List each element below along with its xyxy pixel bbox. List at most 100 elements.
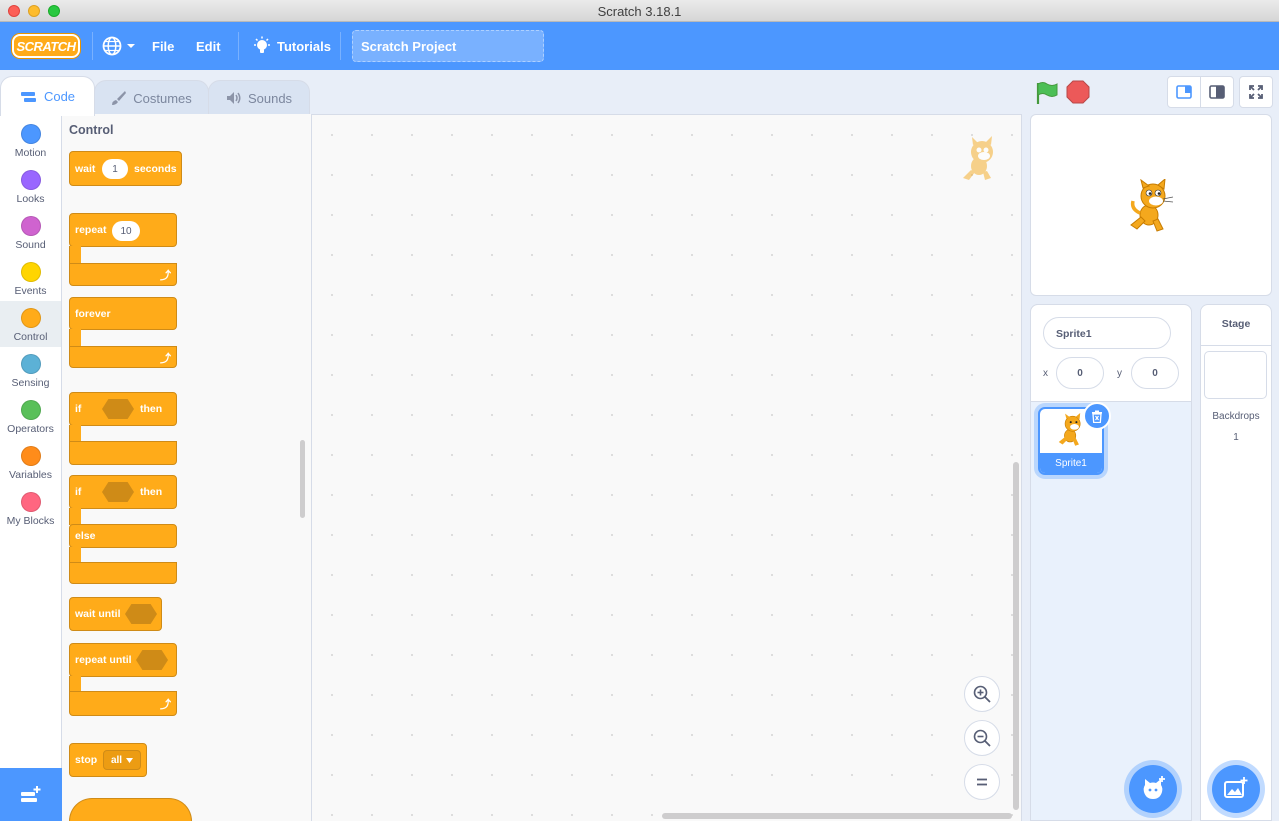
add-sprite-icon [1143,776,1165,799]
sensing-color-icon [20,354,41,374]
zoom-in-icon [973,685,991,703]
stage-selector-header: Stage [1221,318,1251,330]
category-control[interactable]: Control [0,301,61,347]
wait-seconds-block[interactable]: wait 1 seconds [69,151,182,186]
if-else-block-bottom [69,562,177,584]
lightbulb-icon [254,36,270,53]
repeat-until-block-bottom: ⤴ [69,691,177,716]
repeat-until-block[interactable]: repeat until [69,643,177,677]
backdrops-label: Backdrops [1212,411,1260,422]
category-my-blocks[interactable]: My Blocks [0,485,61,531]
window-title: Scratch 3.18.1 [597,4,682,19]
loop-arrow-icon: ⤴ [160,699,171,711]
green-flag-icon[interactable] [1034,80,1060,106]
motion-color-icon [20,124,41,144]
events-color-icon [20,262,41,282]
stop-option-value: all [110,754,123,766]
block-label: seconds [134,162,177,175]
script-workspace[interactable] [312,114,1022,821]
fullscreen-button[interactable] [1239,76,1273,108]
stage-canvas[interactable] [1030,114,1272,296]
language-menu[interactable] [101,22,136,70]
block-label: wait [75,162,96,175]
zoom-in-button[interactable] [964,676,1000,712]
condition-slot[interactable] [125,604,157,624]
wait-until-block[interactable]: wait until [69,597,162,631]
tab-costumes-label: Costumes [133,90,192,106]
block-label: then [140,486,163,498]
y-coordinate-label: y [1117,368,1122,379]
tab-sounds[interactable]: Sounds [208,80,310,115]
repeat-count-input[interactable]: 10 [112,221,140,241]
condition-slot[interactable] [102,482,134,502]
workspace-horizontal-scrollbar[interactable] [662,813,1012,819]
menu-bar: SCRATCH File Edit Tutorials Scratch Proj… [0,22,1279,70]
tutorials-button[interactable]: Tutorials [252,22,331,70]
repeat-block[interactable]: repeat 10 [69,213,177,247]
globe-icon [102,36,122,56]
menu-divider [92,32,93,60]
block-label: then [140,403,163,415]
category-sensing[interactable]: Sensing [0,347,61,393]
x-coordinate-input[interactable]: 0 [1056,357,1104,389]
category-label: Looks [16,193,45,205]
block-label: forever [75,307,111,320]
add-backdrop-icon [1224,777,1248,798]
tab-sounds-label: Sounds [247,90,293,106]
category-label: Variables [9,469,52,481]
large-stage-button[interactable] [1200,76,1234,108]
wait-seconds-input[interactable]: 1 [102,159,128,179]
zoom-reset-button[interactable] [964,764,1000,800]
condition-slot[interactable] [136,650,168,670]
zoom-out-button[interactable] [964,720,1000,756]
category-label: Motion [14,147,47,159]
category-label: Sound [15,239,46,251]
tab-code[interactable]: Code [0,76,95,116]
tab-costumes[interactable]: Costumes [94,80,209,115]
category-variables[interactable]: Variables [0,439,61,485]
edit-menu[interactable]: Edit [196,22,221,70]
if-then-else-block[interactable]: if then [69,475,177,509]
category-events[interactable]: Events [0,255,61,301]
sprite-name-input[interactable]: Sprite1 [1043,317,1171,349]
choose-backdrop-button[interactable] [1212,765,1260,813]
if-then-block[interactable]: if then [69,392,177,426]
window-titlebar: Scratch 3.18.1 [0,0,1279,22]
backdrop-thumbnail[interactable] [1204,351,1267,399]
project-title-input[interactable]: Scratch Project [352,30,544,62]
category-motion[interactable]: Motion [0,117,61,163]
category-label: Sensing [11,377,50,389]
choose-sprite-button[interactable] [1129,765,1177,813]
chevron-down-icon [127,44,135,48]
block-c-side [69,425,81,442]
sprite-tile-label: Sprite1 [1040,453,1102,473]
y-coordinate-input[interactable]: 0 [1131,357,1179,389]
stage-selector-divider [1200,345,1272,346]
speaker-icon [226,92,241,104]
small-stage-button[interactable] [1167,76,1201,108]
category-sound[interactable]: Sound [0,209,61,255]
add-extension-button[interactable] [0,768,62,821]
x-coordinate-label: x [1043,368,1048,379]
menu-divider [340,32,341,60]
file-menu[interactable]: File [152,22,174,70]
flyout-scrollbar[interactable] [300,440,305,518]
forever-block[interactable]: forever [69,297,177,330]
category-label: Events [14,285,47,297]
stop-block[interactable]: stop all [69,743,147,777]
delete-sprite-button[interactable] [1083,402,1111,430]
hat-block-partial[interactable] [69,798,192,821]
paintbrush-icon [112,91,127,105]
workspace-vertical-scrollbar[interactable] [1013,462,1019,810]
category-label: Operators [7,423,54,435]
scratch-logo[interactable]: SCRATCH [12,34,80,58]
stop-icon[interactable] [1066,80,1090,104]
large-stage-icon [1209,85,1225,99]
category-looks[interactable]: Looks [0,163,61,209]
stop-option-dropdown[interactable]: all [103,750,141,770]
condition-slot[interactable] [102,399,134,419]
control-color-icon [20,308,41,328]
trash-icon [1092,410,1102,423]
zoom-reset-icon [977,778,987,786]
category-operators[interactable]: Operators [0,393,61,439]
